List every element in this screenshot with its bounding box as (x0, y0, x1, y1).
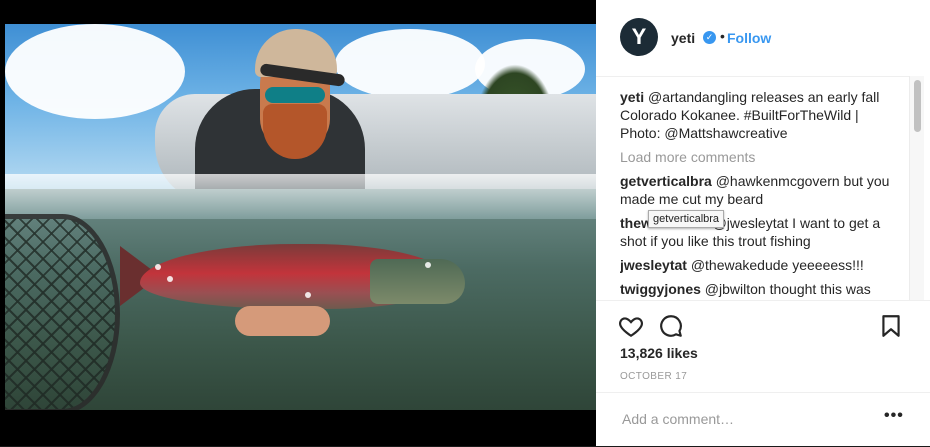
caption-text: @artandangling releases an early fall Co… (620, 89, 880, 141)
post-date: OCTOBER 17 (620, 371, 688, 382)
caption: yeti @artandangling releases an early fa… (620, 88, 890, 142)
post-photo[interactable] (5, 24, 596, 410)
photo-angler (165, 29, 365, 199)
comment-username[interactable]: twiggyjones (620, 281, 701, 297)
comment-text: @thewakedude yeeeeess!!! (690, 257, 864, 273)
add-comment-bar: ••• (596, 392, 930, 447)
photo-bubble (305, 292, 311, 298)
bookmark-icon[interactable] (878, 313, 904, 339)
photo-bubble (155, 264, 161, 270)
photo-bubble (425, 262, 431, 268)
comment-username[interactable]: getverticalbra (620, 173, 712, 189)
post-header: Y yeti ✓ • Follow (596, 0, 910, 77)
caption-username[interactable]: yeti (620, 89, 644, 105)
comments-scrollbar[interactable] (909, 76, 924, 300)
photo-hand (235, 306, 330, 336)
avatar[interactable]: Y (620, 18, 658, 56)
photo-net (5, 214, 120, 410)
photo-bubble (167, 276, 173, 282)
likes-count[interactable]: 13,826 likes (620, 345, 698, 361)
comment-username[interactable]: jwesleytat (620, 257, 687, 273)
photo-cloud (335, 29, 485, 99)
photo-cloud (5, 24, 185, 119)
heart-icon[interactable] (618, 313, 644, 339)
verified-badge-icon: ✓ (703, 31, 716, 44)
post-side-panel: Y yeti ✓ • Follow yeti @artandangling re… (596, 0, 930, 446)
comment-text: @jbwilton thought this was (704, 281, 871, 297)
separator-dot: • (720, 28, 725, 44)
comment-input[interactable] (620, 407, 864, 431)
comment-item: getverticalbra @hawkenmcgovern but you m… (620, 172, 890, 208)
username-tooltip: getverticalbra (648, 210, 725, 228)
post-username[interactable]: yeti (671, 30, 695, 46)
comment-item: twiggyjones @jbwilton thought this was (620, 280, 890, 298)
photo-water-surface (5, 174, 596, 219)
load-more-comments-button[interactable]: Load more comments (620, 148, 890, 166)
scrollbar-thumb[interactable] (914, 80, 921, 132)
more-options-icon[interactable]: ••• (884, 407, 904, 425)
post-media (0, 0, 596, 446)
comment-icon[interactable] (658, 313, 684, 339)
post-actions: 13,826 likes OCTOBER 17 (596, 300, 930, 393)
comment-item: jwesleytat @thewakedude yeeeeess!!! (620, 256, 890, 274)
comments-list: yeti @artandangling releases an early fa… (620, 88, 890, 300)
follow-button[interactable]: Follow (727, 30, 771, 46)
